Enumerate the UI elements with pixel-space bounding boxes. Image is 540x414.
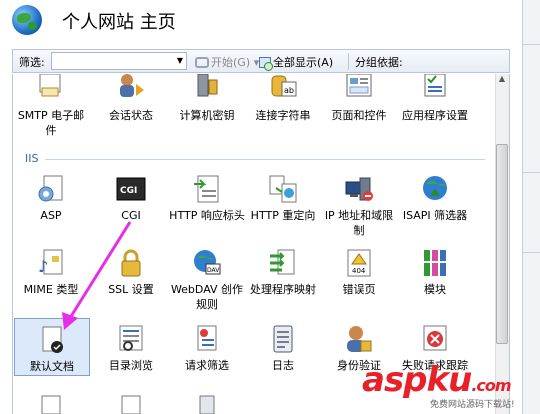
watermark-logo: aspku.com	[362, 360, 512, 400]
watermark-subtitle: 免费网站源码下载站!	[430, 400, 515, 410]
annotation-arrow	[62, 221, 132, 330]
